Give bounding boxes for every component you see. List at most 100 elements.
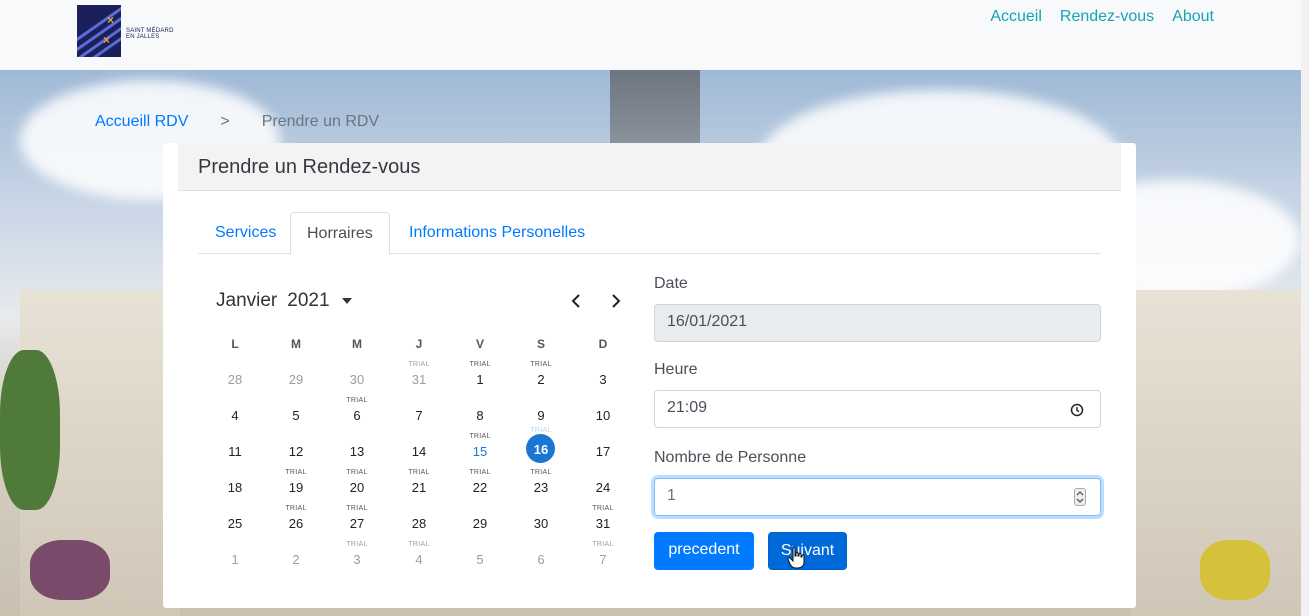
- day-number: 12: [288, 444, 304, 459]
- tab-informations-personelles[interactable]: Informations Personelles: [409, 212, 585, 254]
- calendar-day[interactable]: TRIAL 2: [524, 361, 558, 395]
- logo-text: SAINT MÉDARD EN JALLES: [126, 28, 174, 40]
- people-label: Nombre de Personne: [654, 449, 807, 466]
- logo-icon: × ×: [77, 5, 121, 57]
- calendar-day[interactable]: TRIAL 4: [402, 541, 436, 575]
- trial-watermark: TRIAL: [346, 397, 368, 404]
- breadcrumb-home-link[interactable]: Accueill RDV: [95, 113, 188, 131]
- trial-watermark: TRIAL: [469, 361, 491, 368]
- calendar-day[interactable]: 29: [279, 361, 313, 395]
- day-number: 31: [411, 372, 427, 387]
- calendar-day[interactable]: 3: [586, 361, 620, 395]
- calendar-day[interactable]: TRIAL 26: [279, 505, 313, 539]
- next-button[interactable]: Suivant: [768, 532, 847, 570]
- trial-watermark: TRIAL: [408, 541, 430, 548]
- day-number: 18: [227, 480, 243, 495]
- trial-watermark: TRIAL: [592, 505, 614, 512]
- next-month-button[interactable]: [608, 291, 624, 311]
- calendar-day[interactable]: TRIAL 6: [340, 397, 374, 431]
- calendar-day[interactable]: 29: [463, 505, 497, 539]
- calendar-day[interactable]: 7: [402, 397, 436, 431]
- day-number: 26: [288, 516, 304, 531]
- trial-watermark: TRIAL: [469, 469, 491, 476]
- calendar-day[interactable]: 24: [586, 469, 620, 503]
- calendar-day[interactable]: 2: [279, 541, 313, 575]
- calendar-day[interactable]: TRIAL 31: [586, 505, 620, 539]
- calendar-day[interactable]: TRIAL 22: [463, 469, 497, 503]
- calendar-day[interactable]: 18: [218, 469, 252, 503]
- calendar-day[interactable]: 1: [218, 541, 252, 575]
- day-number: 7: [599, 552, 607, 567]
- weekday-label: M: [291, 337, 301, 351]
- weekday-label: D: [598, 337, 608, 351]
- calendar-day[interactable]: 4: [218, 397, 252, 431]
- day-number: 22: [472, 480, 488, 495]
- nav-link-rendez-vous[interactable]: Rendez-vous: [1060, 8, 1154, 26]
- nav-link-accueil[interactable]: Accueil: [990, 8, 1042, 26]
- calendar-day[interactable]: 5: [279, 397, 313, 431]
- calendar-day[interactable]: 17: [586, 433, 620, 467]
- calendar-day[interactable]: 12: [279, 433, 313, 467]
- day-number: 23: [533, 480, 549, 495]
- people-count-input[interactable]: 1: [654, 478, 1101, 516]
- clock-icon[interactable]: [1070, 403, 1084, 417]
- day-number: 16: [533, 442, 549, 457]
- calendar-day[interactable]: 28: [402, 505, 436, 539]
- caret-down-icon: [341, 298, 352, 304]
- calendar-day[interactable]: TRIAL 19: [279, 469, 313, 503]
- day-number: 3: [353, 552, 361, 567]
- calendar-day[interactable]: 28: [218, 361, 252, 395]
- calendar-day[interactable]: TRIAL 31: [402, 361, 436, 395]
- calendar-day[interactable]: 10: [586, 397, 620, 431]
- brand-logo[interactable]: × × SAINT MÉDARD EN JALLES: [77, 5, 174, 57]
- calendar-day[interactable]: 30: [340, 361, 374, 395]
- month-label: Janvier: [216, 290, 278, 311]
- tab-horraires[interactable]: Horraires: [290, 212, 390, 255]
- calendar-day[interactable]: 25: [218, 505, 252, 539]
- calendar-day[interactable]: 8: [463, 397, 497, 431]
- trial-watermark: TRIAL: [530, 427, 552, 434]
- trial-watermark: TRIAL: [285, 505, 307, 512]
- page-scrollbar[interactable]: [1301, 0, 1309, 616]
- calendar-day[interactable]: TRIAL 15: [463, 433, 497, 467]
- weekday-label: V: [475, 337, 484, 351]
- day-number: 30: [533, 516, 549, 531]
- previous-month-button[interactable]: [568, 291, 584, 311]
- calendar-day[interactable]: TRIAL 21: [402, 469, 436, 503]
- calendar-day[interactable]: TRIAL 27: [340, 505, 374, 539]
- month-year-selector[interactable]: Janvier 2021: [216, 290, 352, 312]
- breadcrumb: Accueill RDV > Prendre un RDV: [95, 113, 379, 131]
- day-number: 17: [595, 444, 611, 459]
- day-number: 5: [292, 408, 300, 423]
- calendar-day[interactable]: 13: [340, 433, 374, 467]
- number-stepper[interactable]: [1074, 488, 1086, 506]
- day-number: 8: [476, 408, 484, 423]
- trial-watermark: TRIAL: [592, 541, 614, 548]
- stepper-arrows-icon: [1076, 491, 1084, 503]
- day-number: 2: [292, 552, 300, 567]
- calendar-day-selected[interactable]: TRIAL 16: [524, 427, 558, 467]
- calendar-day[interactable]: TRIAL 23: [524, 469, 558, 503]
- trial-watermark: TRIAL: [469, 433, 491, 440]
- time-input[interactable]: 21:09: [654, 390, 1101, 428]
- year-label: 2021: [287, 290, 330, 311]
- day-number: 7: [415, 408, 423, 423]
- tab-bar: Services Horraires Informations Personel…: [198, 212, 1101, 255]
- calendar-day[interactable]: 6: [524, 541, 558, 575]
- calendar-day[interactable]: TRIAL 3: [340, 541, 374, 575]
- calendar-day[interactable]: 14: [402, 433, 436, 467]
- time-value: 21:09: [667, 399, 708, 416]
- calendar-day[interactable]: TRIAL 1: [463, 361, 497, 395]
- weekday-label: M: [352, 337, 362, 351]
- calendar-day[interactable]: 5: [463, 541, 497, 575]
- calendar-day[interactable]: TRIAL 7: [586, 541, 620, 575]
- tab-services[interactable]: Services: [215, 212, 276, 254]
- calendar-day[interactable]: 11: [218, 433, 252, 467]
- day-number: 24: [595, 480, 611, 495]
- previous-button[interactable]: precedent: [654, 532, 754, 570]
- calendar-day[interactable]: 30: [524, 505, 558, 539]
- calendar-day[interactable]: TRIAL 20: [340, 469, 374, 503]
- calendar-day[interactable]: 9: [524, 397, 558, 431]
- weekday-label: S: [536, 337, 545, 351]
- nav-link-about[interactable]: About: [1172, 8, 1214, 26]
